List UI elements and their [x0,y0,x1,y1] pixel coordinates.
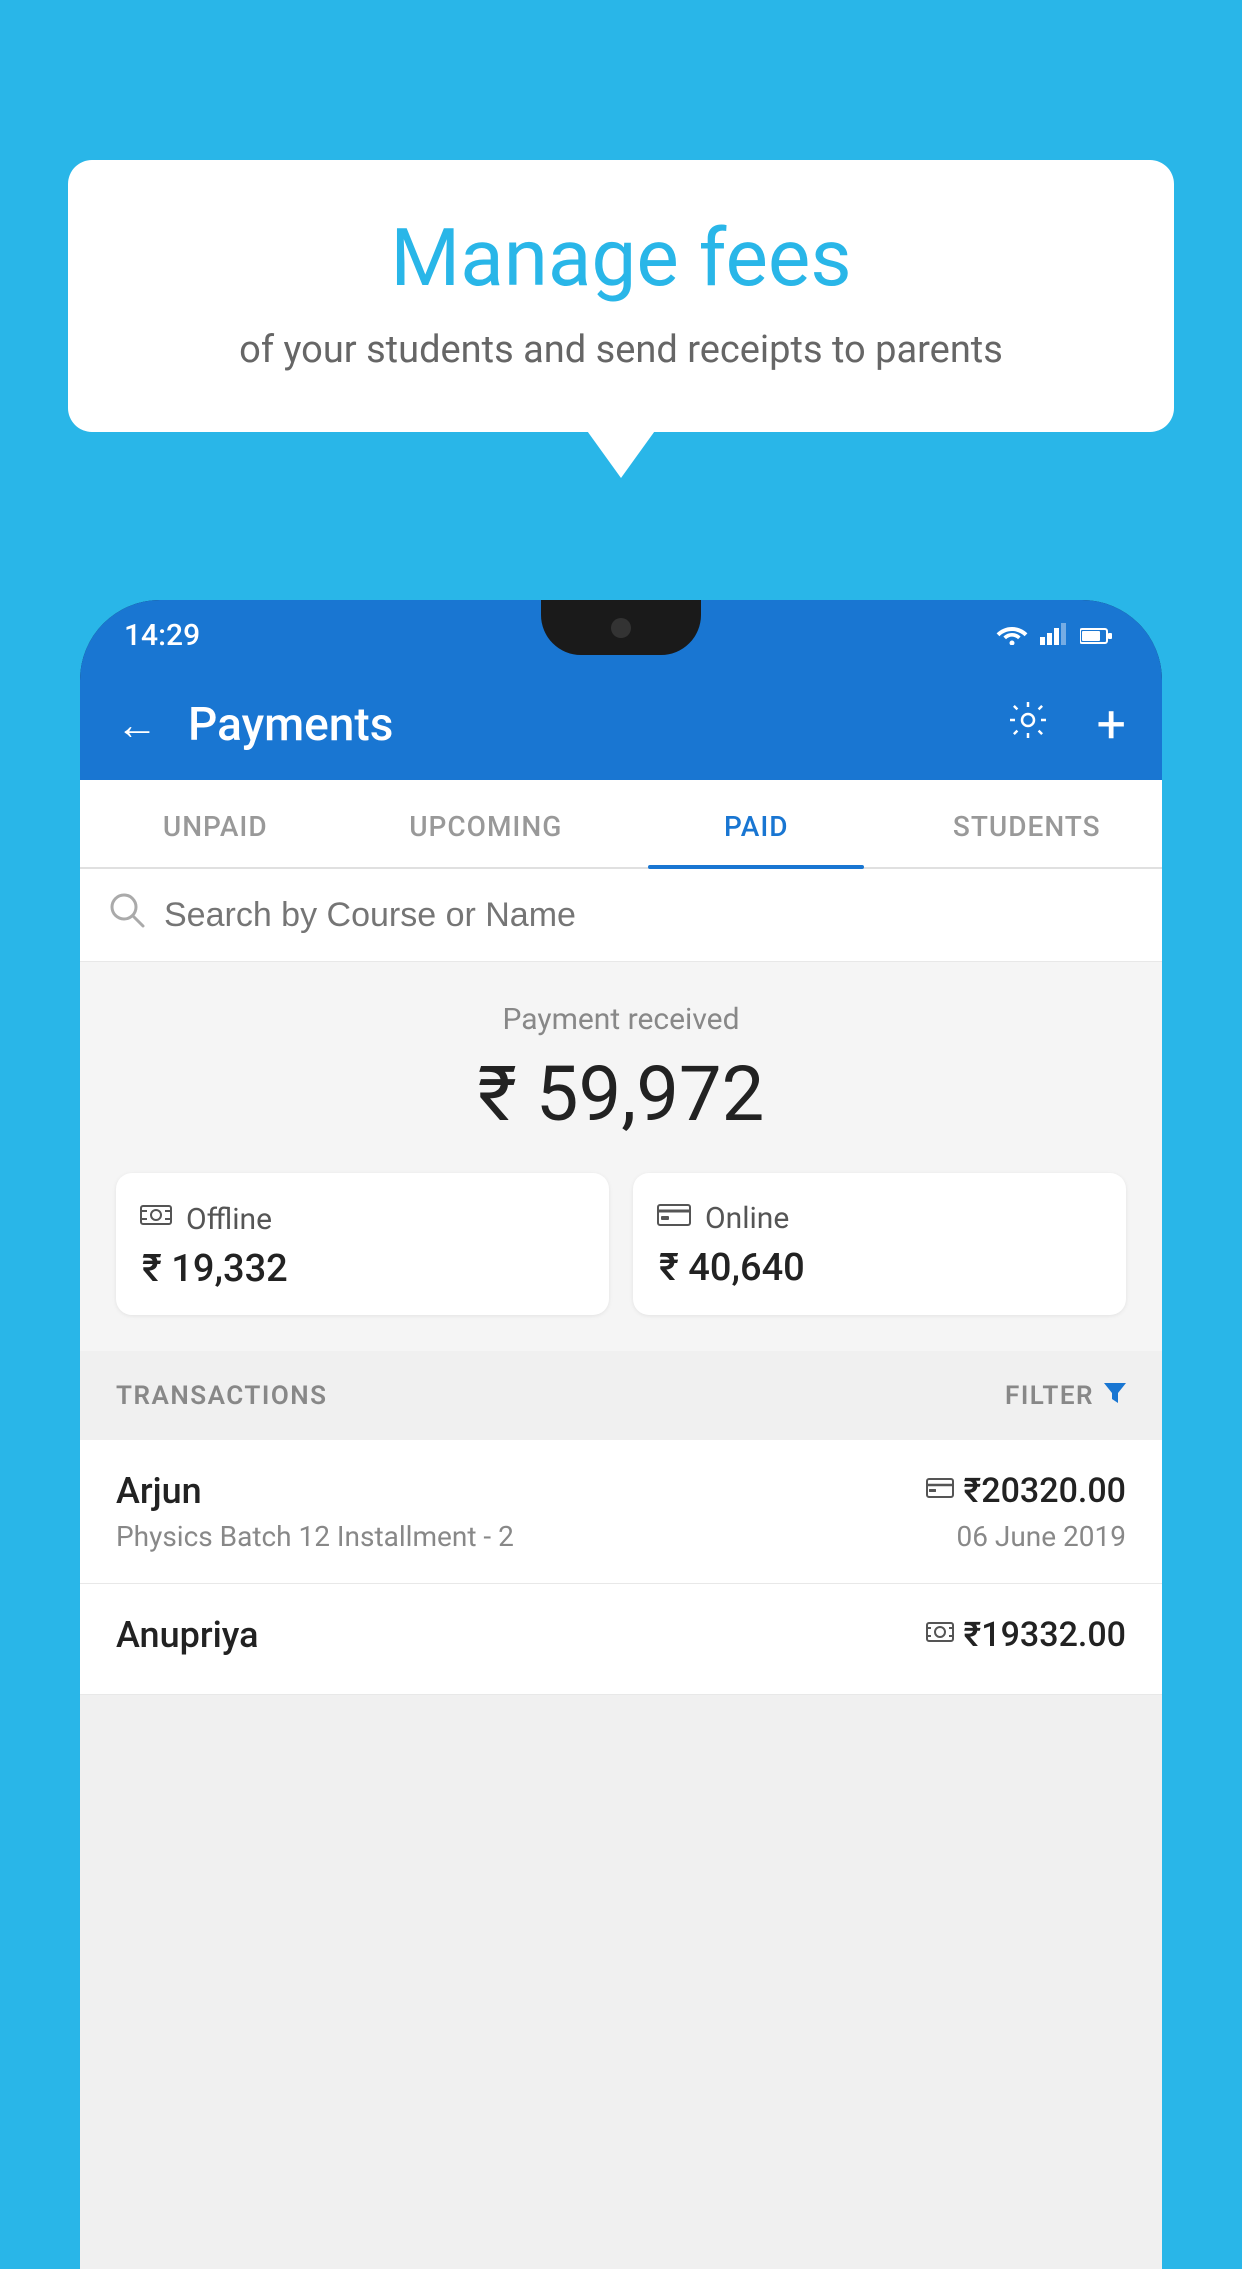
bubble-subtitle: of your students and send receipts to pa… [128,324,1114,377]
transactions-label: TRANSACTIONS [116,1381,328,1411]
phone-frame: 14:29 [80,600,1162,2208]
payment-received-label: Payment received [116,1002,1126,1037]
online-label: Online [705,1201,789,1236]
back-button[interactable]: ← [116,701,158,750]
camera [611,618,631,638]
search-icon [108,891,146,939]
transaction-name: Arjun [116,1470,202,1512]
tab-upcoming[interactable]: UPCOMING [351,780,622,867]
notch [541,600,701,655]
offline-card-header: Offline [140,1201,585,1237]
add-button[interactable]: + [1096,699,1126,751]
transaction-name: Anupriya [116,1614,259,1656]
status-bar: 14:29 [80,600,1162,670]
transaction-row[interactable]: Arjun ₹20320.00 Physics Batch 1 [80,1440,1162,1584]
speech-bubble: Manage fees of your students and send re… [68,160,1174,432]
cash-mode-icon [926,1620,954,1650]
transaction-date: 06 June 2019 [956,1520,1126,1553]
transaction-amount-wrap: ₹19332.00 [926,1615,1126,1655]
offline-payment-card: Offline ₹ 19,332 [116,1173,609,1315]
status-icons [996,619,1112,652]
app-bar: ← Payments + [80,670,1162,780]
online-card-header: Online [657,1201,1102,1236]
transaction-top: Arjun ₹20320.00 [116,1470,1126,1512]
tab-students[interactable]: STUDENTS [892,780,1163,867]
bubble-title: Manage fees [128,210,1114,306]
search-input[interactable] [164,896,1134,935]
filter-icon [1104,1379,1126,1412]
filter-button[interactable]: FILTER [1005,1379,1126,1412]
offline-amount: ₹ 19,332 [140,1247,585,1291]
online-payment-card: Online ₹ 40,640 [633,1173,1126,1315]
transaction-amount: ₹19332.00 [964,1615,1126,1655]
transaction-row[interactable]: Anupriya ₹19332.00 [80,1584,1162,1695]
card-icon [657,1201,691,1236]
online-amount: ₹ 40,640 [657,1246,1102,1290]
status-time: 14:29 [124,618,200,653]
transactions-header: TRANSACTIONS FILTER [80,1351,1162,1440]
tab-paid[interactable]: PAID [621,780,892,867]
battery-icon [1080,619,1112,652]
content-area: Payment received ₹ 59,972 [80,869,1162,2269]
tabs-bar: UNPAID UPCOMING PAID STUDENTS [80,780,1162,869]
payment-summary: Payment received ₹ 59,972 [80,962,1162,1351]
tab-unpaid[interactable]: UNPAID [80,780,351,867]
search-bar [80,869,1162,962]
page-title: Payments [188,698,976,752]
cash-icon [140,1201,172,1237]
payment-total-amount: ₹ 59,972 [116,1049,1126,1139]
transaction-course: Physics Batch 12 Installment - 2 [116,1520,514,1553]
payment-cards: Offline ₹ 19,332 [116,1173,1126,1315]
signal-icon [1040,619,1068,652]
transaction-bottom: Physics Batch 12 Installment - 2 06 June… [116,1520,1126,1553]
filter-label: FILTER [1005,1381,1094,1411]
wifi-icon [996,619,1028,652]
payment-mode-icon [926,1476,954,1506]
settings-button[interactable] [1006,698,1050,753]
transaction-amount-wrap: ₹20320.00 [926,1471,1126,1511]
offline-label: Offline [186,1202,272,1237]
transaction-top: Anupriya ₹19332.00 [116,1614,1126,1656]
transaction-amount: ₹20320.00 [964,1471,1126,1511]
phone-body: 14:29 [80,600,1162,2269]
